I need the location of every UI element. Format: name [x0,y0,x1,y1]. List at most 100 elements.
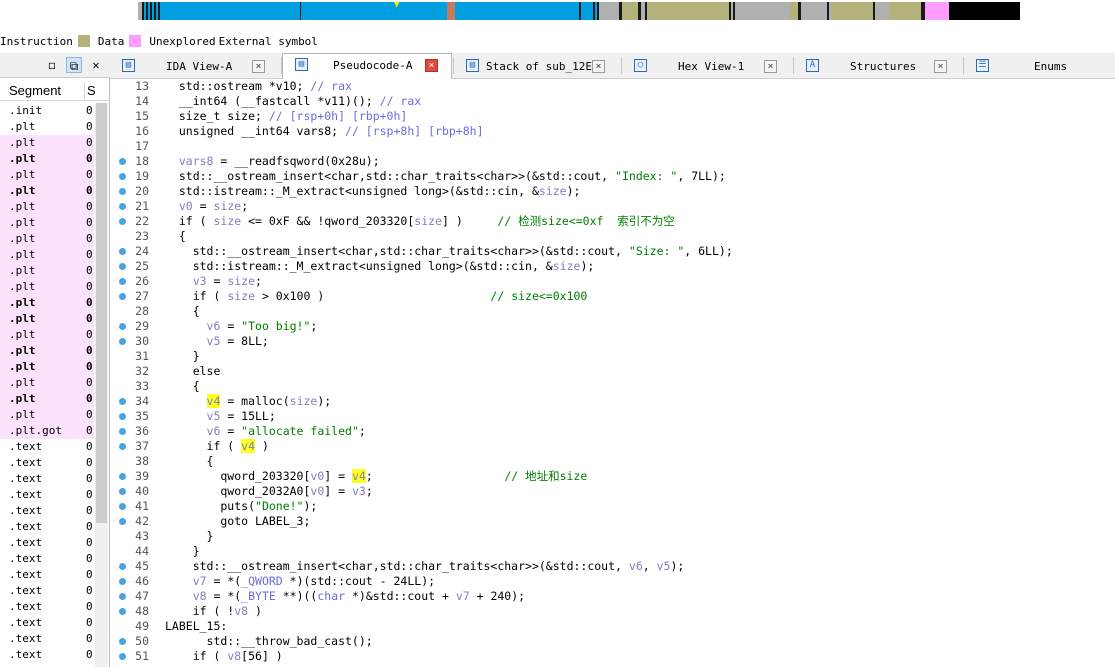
nav-segment[interactable] [875,2,889,20]
breakpoint-dot-icon[interactable] [119,323,126,330]
segment-row[interactable]: .plt 0 [0,391,94,407]
breakpoint-dot-icon[interactable] [119,293,126,300]
code-line[interactable]: 42 goto LABEL_3; [111,514,1115,529]
nav-segment[interactable] [455,2,579,20]
close-tab-icon[interactable]: × [934,60,947,73]
code-line[interactable]: 33 { [111,379,1115,394]
code-line[interactable]: 49 LABEL_15: [111,619,1115,634]
segment-row[interactable]: .text 0 [0,551,94,567]
nav-segment[interactable] [925,2,949,20]
code-line[interactable]: 19 std::__ostream_insert<char,std::char_… [111,169,1115,184]
breakpoint-dot-icon[interactable] [119,578,126,585]
breakpoint-dot-icon[interactable] [119,263,126,270]
nav-segment[interactable] [735,2,790,20]
code-line[interactable]: 43 } [111,529,1115,544]
segment-row[interactable]: .init 0 [0,103,94,119]
breakpoint-dot-icon[interactable] [119,188,126,195]
nav-segment[interactable] [160,2,300,20]
segment-row[interactable]: .text 0 [0,567,94,583]
breakpoint-dot-icon[interactable] [119,203,126,210]
code-line[interactable]: 14 __int64 (__fastcall *v11)(); // rax [111,94,1115,109]
segment-row[interactable]: .text 0 [0,487,94,503]
segment-row[interactable]: .text 0 [0,535,94,551]
segment-row[interactable]: .text 0 [0,439,94,455]
breakpoint-dot-icon[interactable] [119,218,126,225]
navigation-bar[interactable] [138,2,1115,20]
nav-segment[interactable] [647,2,729,20]
segment-row[interactable]: .text 0 [0,599,94,615]
breakpoint-dot-icon[interactable] [119,473,126,480]
segment-row[interactable]: .plt 0 [0,167,94,183]
segment-row[interactable]: .plt 0 [0,407,94,423]
close-tab-icon[interactable]: × [592,60,605,73]
tab-ida-view-a[interactable]: ▤ IDA View-A × [110,55,280,77]
segment-row[interactable]: .plt 0 [0,151,94,167]
code-line[interactable]: 37 if ( v4 ) [111,439,1115,454]
code-line[interactable]: 31 } [111,349,1115,364]
breakpoint-dot-icon[interactable] [119,593,126,600]
code-line[interactable]: 44 } [111,544,1115,559]
segment-row[interactable]: .text 0 [0,647,94,663]
code-line[interactable]: 17 [111,139,1115,154]
segment-row[interactable]: .plt 0 [0,343,94,359]
nav-segment[interactable] [801,2,827,20]
breakpoint-dot-icon[interactable] [119,503,126,510]
nav-segment[interactable] [790,2,798,20]
segment-row[interactable]: .plt 0 [0,295,94,311]
code-line[interactable]: 50 std::__throw_bad_cast(); [111,634,1115,649]
breakpoint-dot-icon[interactable] [119,488,126,495]
segment-row[interactable]: .plt 0 [0,119,94,135]
segment-row[interactable]: .plt 0 [0,199,94,215]
segment-row[interactable]: .text 0 [0,471,94,487]
tab-pseudocode-a[interactable]: ▤ Pseudocode-A × [282,53,452,79]
tab-hex-view-1[interactable]: ◯ Hex View-1 × [622,55,792,77]
code-line[interactable]: 26 v3 = size; [111,274,1115,289]
segment-row[interactable]: .plt 0 [0,183,94,199]
segment-row[interactable]: .plt 0 [0,375,94,391]
nav-segment[interactable] [889,2,921,20]
code-line[interactable]: 35 v5 = 15LL; [111,409,1115,424]
segment-row[interactable]: .plt 0 [0,327,94,343]
segment-row[interactable]: .text 0 [0,503,94,519]
segment-row[interactable]: .plt 0 [0,135,94,151]
code-line[interactable]: 39 qword_203320[v0] = v4; // 地址和size [111,469,1115,484]
code-line[interactable]: 21 v0 = size; [111,199,1115,214]
tab-enums[interactable]: ☰ Enums [964,55,1115,77]
float-panel-icon[interactable]: ⧉ [66,57,82,73]
close-panel-icon[interactable]: ✕ [88,57,104,73]
segment-row[interactable]: .text 0 [0,519,94,535]
restore-panel-icon[interactable]: ◻ [44,57,60,73]
code-line[interactable]: 20 std::istream::_M_extract<unsigned lon… [111,184,1115,199]
breakpoint-dot-icon[interactable] [119,653,126,660]
code-line[interactable]: 23 { [111,229,1115,244]
breakpoint-dot-icon[interactable] [119,398,126,405]
segment-row[interactable]: .plt 0 [0,247,94,263]
segments-scrollbar[interactable] [95,103,108,667]
segment-row[interactable]: .plt 0 [0,359,94,375]
segment-row[interactable]: .plt 0 [0,215,94,231]
nav-segment[interactable] [301,2,447,20]
code-line[interactable]: 13 std::ostream *v10; // rax [111,79,1115,94]
breakpoint-dot-icon[interactable] [119,638,126,645]
close-tab-icon[interactable]: × [425,59,438,72]
code-line[interactable]: 34 v4 = malloc(size); [111,394,1115,409]
column-header-s[interactable]: S [87,83,95,98]
nav-segment[interactable] [581,2,593,20]
segment-row[interactable]: .text 0 [0,631,94,647]
code-line[interactable]: 32 else [111,364,1115,379]
nav-segment[interactable] [447,2,455,20]
column-divider[interactable] [84,82,85,99]
code-line[interactable]: 15 size_t size; // [rsp+0h] [rbp+0h] [111,109,1115,124]
breakpoint-dot-icon[interactable] [119,443,126,450]
code-line[interactable]: 29 v6 = "Too big!"; [111,319,1115,334]
code-line[interactable]: 27 if ( size > 0x100 ) // size<=0x100 [111,289,1115,304]
navigation-band[interactable]: ▼ [0,0,1115,22]
breakpoint-dot-icon[interactable] [119,248,126,255]
breakpoint-dot-icon[interactable] [119,413,126,420]
code-line[interactable]: 24 std::__ostream_insert<char,std::char_… [111,244,1115,259]
code-line[interactable]: 22 if ( size <= 0xF && !qword_203320[siz… [111,214,1115,229]
breakpoint-dot-icon[interactable] [119,608,126,615]
segment-row[interactable]: .plt 0 [0,263,94,279]
code-line[interactable]: 28 { [111,304,1115,319]
segment-row[interactable]: .plt 0 [0,279,94,295]
